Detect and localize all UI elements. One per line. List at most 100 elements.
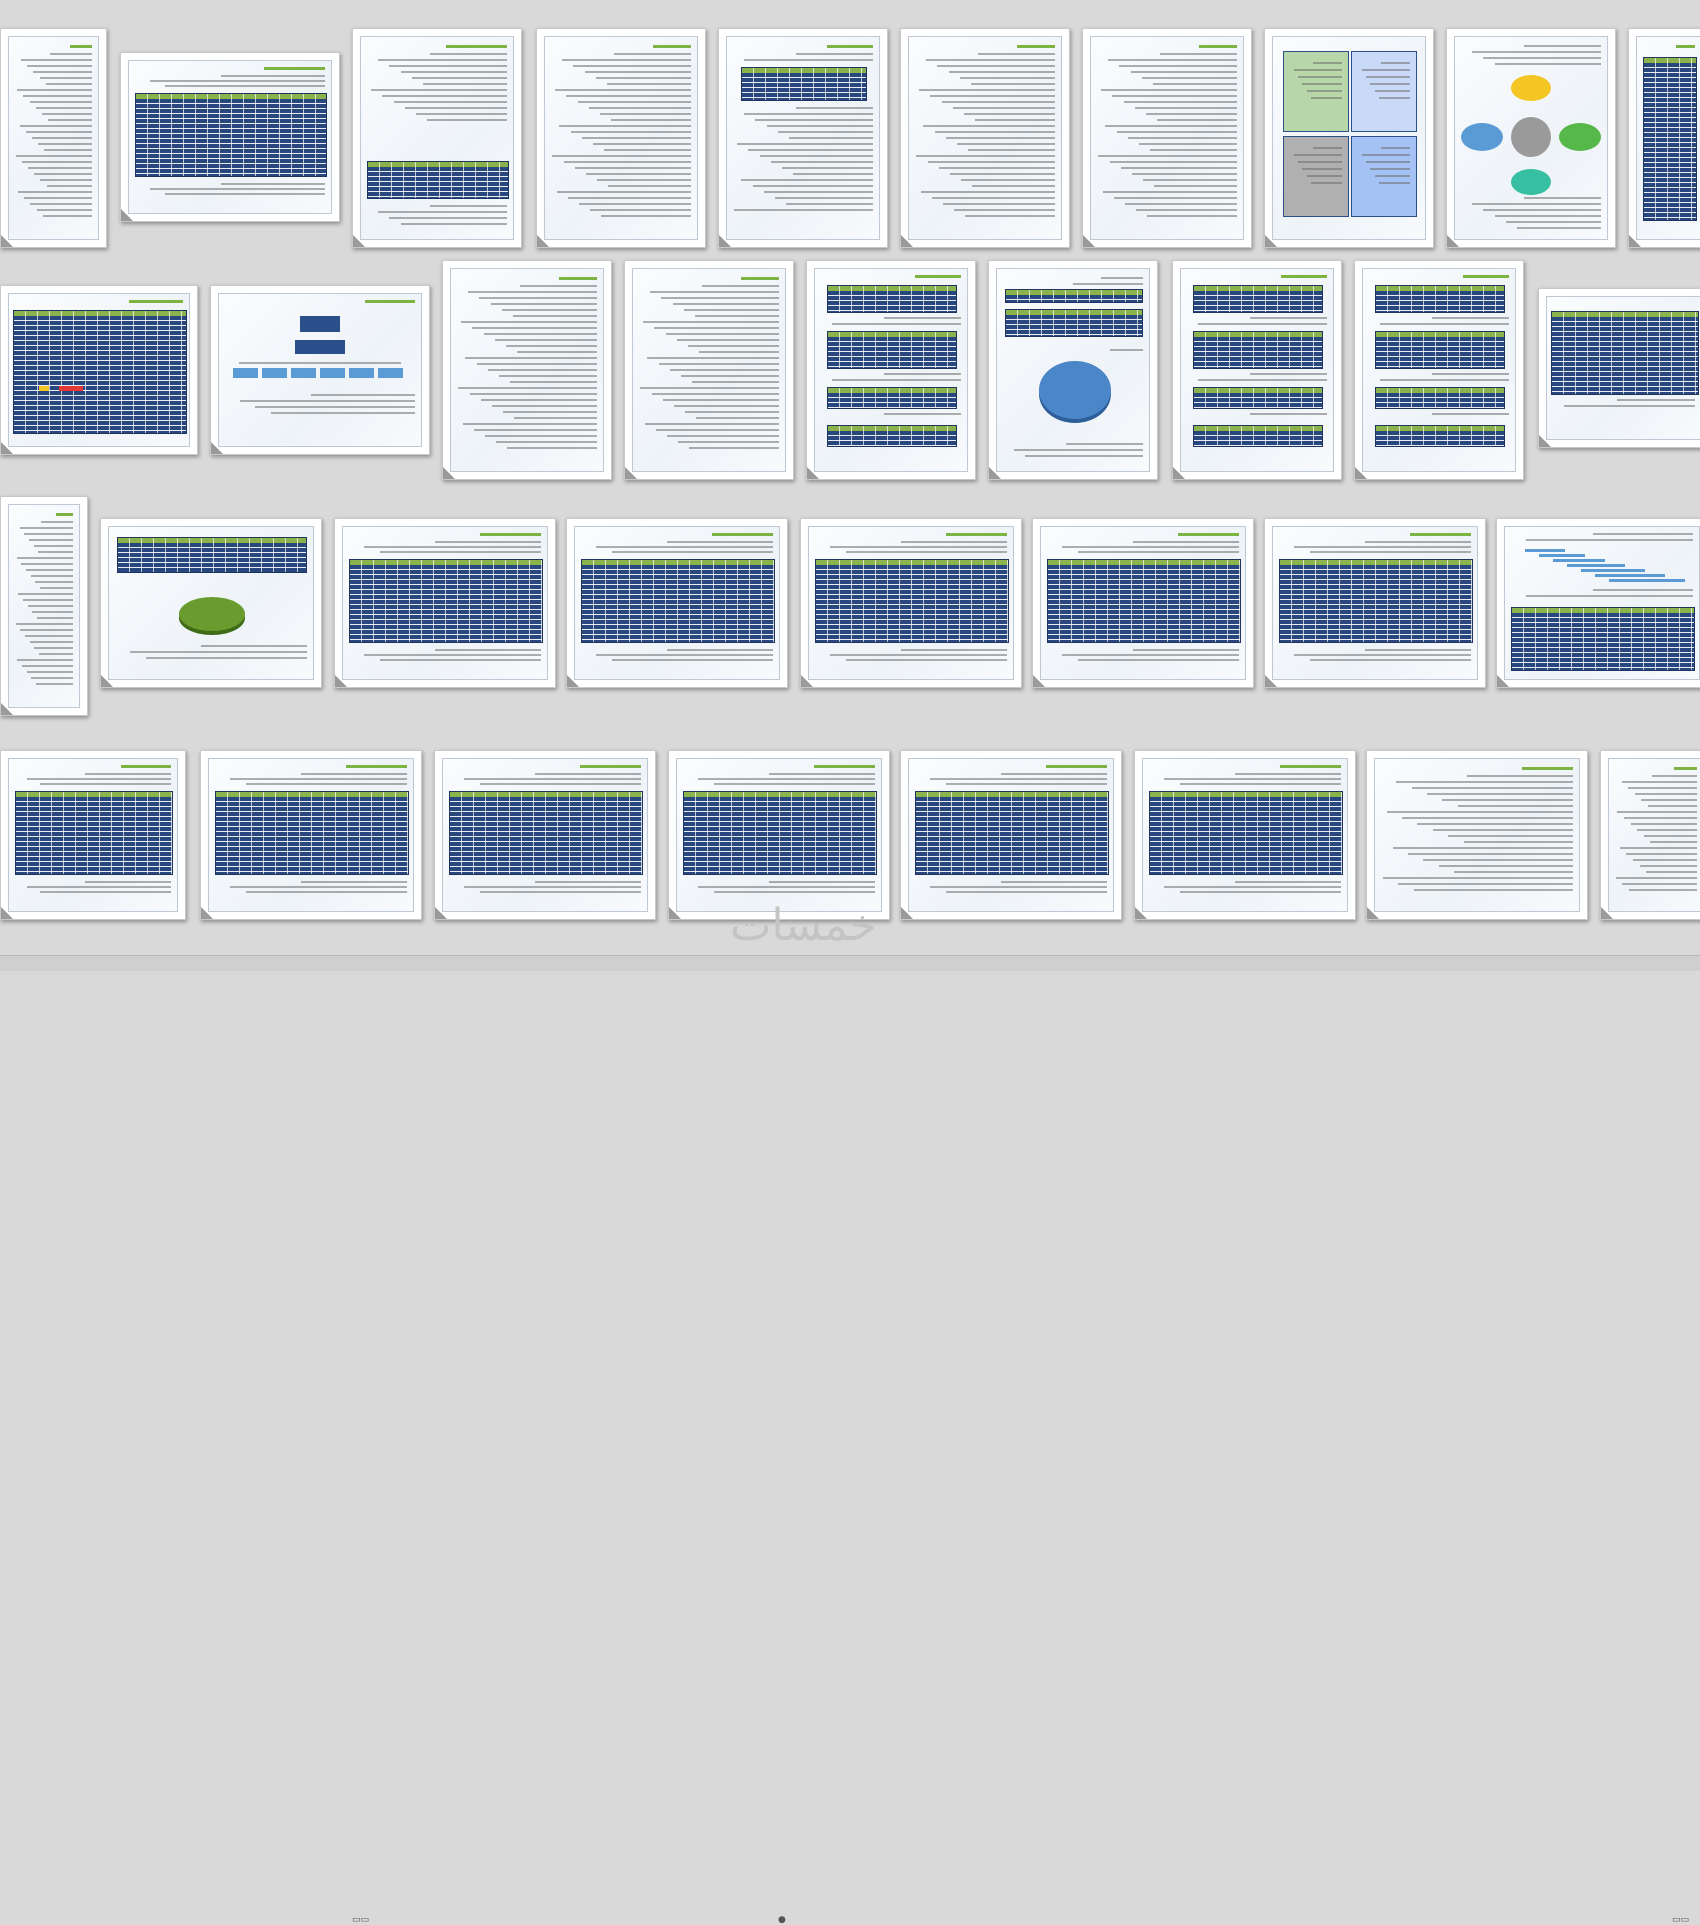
document-thumbnail-canvas[interactable] — [0, 0, 1700, 970]
page-thumbnail[interactable] — [0, 28, 107, 248]
text-line — [1472, 203, 1601, 205]
text-line — [1313, 147, 1342, 149]
page-thumbnail[interactable] — [1354, 260, 1524, 480]
text-line — [1112, 95, 1237, 97]
page-thumbnail[interactable] — [334, 518, 556, 688]
text-line — [737, 143, 873, 145]
text-line — [1592, 589, 1693, 591]
text-line — [586, 173, 691, 175]
text-line — [968, 149, 1055, 151]
text-line — [1630, 823, 1697, 825]
page-thumbnail[interactable] — [800, 518, 1022, 688]
page-body — [1374, 758, 1580, 912]
page-fold-icon — [1, 235, 13, 247]
page-thumbnail[interactable] — [1628, 28, 1700, 248]
text-line — [1564, 405, 1695, 407]
page-thumbnail[interactable] — [1366, 750, 1588, 920]
data-table — [135, 93, 327, 177]
page-body — [814, 268, 968, 472]
page-fold-icon — [443, 467, 455, 479]
text-line — [389, 65, 507, 67]
page-thumbnail[interactable] — [668, 750, 890, 920]
text-line — [1646, 871, 1697, 873]
text-line — [1366, 161, 1410, 163]
text-line — [371, 89, 507, 91]
section-heading — [559, 277, 597, 280]
page-thumbnail[interactable] — [0, 750, 186, 920]
text-line — [593, 143, 691, 145]
page-body — [908, 758, 1114, 912]
page-thumbnail[interactable] — [1600, 750, 1700, 920]
page-body — [808, 526, 1014, 680]
page-thumbnail[interactable] — [120, 52, 340, 222]
gantt-bar — [1595, 574, 1665, 577]
page-thumbnail[interactable] — [1264, 518, 1486, 688]
page-thumbnail[interactable] — [900, 750, 1122, 920]
table-columns — [1150, 792, 1342, 874]
table-columns — [1552, 312, 1698, 394]
table-columns — [828, 332, 956, 368]
page-view-icon[interactable]: ▭▭ — [352, 1915, 369, 1925]
page-thumbnail[interactable] — [0, 285, 198, 455]
pie-chart-green — [179, 597, 245, 631]
text-line — [506, 345, 597, 347]
page-thumbnail[interactable] — [1082, 28, 1252, 248]
text-line — [145, 657, 307, 659]
text-line — [39, 783, 171, 785]
page-thumbnail[interactable] — [442, 260, 612, 480]
page-thumbnail[interactable] — [900, 28, 1070, 248]
page-thumbnail[interactable] — [988, 260, 1158, 480]
page-thumbnail[interactable] — [210, 285, 430, 455]
text-line — [763, 191, 873, 193]
text-line — [1382, 877, 1573, 879]
data-table — [1643, 57, 1697, 221]
section-heading — [364, 300, 415, 303]
text-line — [1105, 125, 1237, 127]
text-line — [1294, 546, 1471, 548]
text-line — [713, 891, 875, 893]
text-line — [464, 886, 641, 888]
text-line — [669, 369, 779, 371]
page-thumbnail[interactable] — [200, 750, 422, 920]
section-heading — [345, 765, 407, 768]
page-thumbnail[interactable] — [1446, 28, 1616, 248]
page-thumbnail[interactable] — [1264, 28, 1434, 248]
text-line — [1127, 137, 1237, 139]
text-line — [31, 137, 92, 139]
text-line — [596, 654, 773, 656]
zoom-slider-icon[interactable]: ● — [778, 1915, 786, 1925]
text-line — [39, 891, 171, 893]
page-thumbnail[interactable] — [434, 750, 656, 920]
page-body — [8, 36, 99, 240]
text-line — [42, 215, 92, 217]
layout-icon[interactable]: ▭▭ — [1672, 1915, 1689, 1925]
text-line — [1098, 155, 1237, 157]
text-line — [654, 327, 779, 329]
table-columns — [916, 792, 1108, 874]
page-thumbnail[interactable] — [0, 496, 88, 716]
text-line — [1438, 865, 1573, 867]
section-heading — [741, 277, 779, 280]
page-thumbnail[interactable] — [1032, 518, 1254, 688]
text-line — [1381, 147, 1410, 149]
page-thumbnail[interactable] — [1538, 288, 1700, 448]
page-thumbnail[interactable] — [100, 518, 322, 688]
page-fold-icon — [1083, 235, 1095, 247]
page-thumbnail[interactable] — [624, 260, 794, 480]
page-thumbnail[interactable] — [1496, 518, 1700, 688]
text-line — [786, 203, 873, 205]
text-line — [427, 119, 507, 121]
page-thumbnail[interactable] — [352, 28, 522, 248]
page-thumbnail[interactable] — [718, 28, 888, 248]
data-table — [349, 559, 543, 643]
text-line — [1423, 859, 1573, 861]
page-thumbnail[interactable] — [1172, 260, 1342, 480]
text-line — [310, 394, 415, 396]
page-thumbnail[interactable] — [536, 28, 706, 248]
page-thumbnail[interactable] — [1134, 750, 1356, 920]
page-body — [1272, 36, 1426, 240]
page-fold-icon — [1, 907, 13, 919]
page-thumbnail[interactable] — [566, 518, 788, 688]
text-line — [696, 417, 779, 419]
page-thumbnail[interactable] — [806, 260, 976, 480]
